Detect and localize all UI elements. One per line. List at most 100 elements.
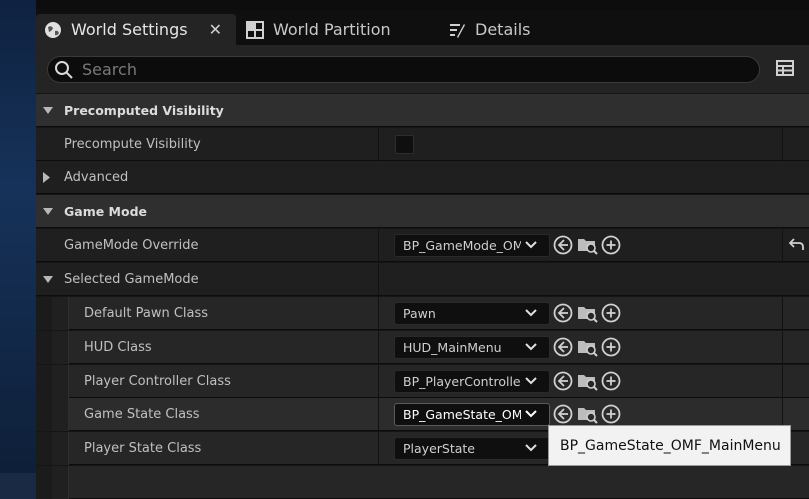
chevron-down-icon [525,410,537,418]
property-label: HUD Class [84,340,152,355]
player-controller-class-combo[interactable]: BP_PlayerController_OMF [394,370,550,393]
column-divider [378,398,379,431]
property-label: Player State Class [84,441,202,456]
precompute-visibility-checkbox[interactable] [395,135,414,154]
indent-guide [36,365,53,398]
property-label: Player Controller Class [84,374,231,389]
chevron-down-icon [525,444,537,452]
chevron-down-icon [525,309,537,317]
tab-world-settings[interactable]: World Settings ✕ [36,14,236,45]
indent-guide [36,398,53,431]
column-divider [782,297,783,330]
reset-to-default-icon[interactable] [788,237,805,255]
tab-world-partition-label: World Partition [273,20,391,39]
category-label: Game Mode [64,204,148,219]
gamemode-override-combo[interactable]: BP_GameMode_OMF_MainMenu [394,234,550,257]
column-divider [782,229,783,262]
category-precomputed-visibility[interactable]: Precomputed Visibility [36,94,809,127]
use-selected-icon[interactable] [553,371,573,391]
column-divider [378,128,379,161]
close-icon[interactable]: ✕ [209,20,222,39]
search-icon [55,60,73,79]
browse-icon[interactable] [577,404,598,424]
column-divider [378,331,379,364]
add-icon[interactable] [601,235,621,255]
combo-value: BP_GameMode_OMF_MainMenu [403,238,521,253]
category-game-mode[interactable]: Game Mode [36,195,809,228]
row-gamemode-override: GameMode Override BP_GameMode_OMF_MainMe… [36,229,809,262]
combo-value: BP_PlayerController_OMF [403,374,521,389]
category-label: Precomputed Visibility [64,103,224,118]
chevron-right-icon[interactable] [43,161,51,194]
row-selected-gamemode[interactable]: Selected GameMode [36,263,809,296]
combo-value: PlayerState [403,441,475,456]
property-label: Advanced [64,170,129,185]
row-default-pawn-class: Default Pawn Class Pawn [36,297,809,330]
background-strip [0,0,36,473]
add-icon[interactable] [601,337,621,357]
view-options-icon[interactable] [776,60,794,80]
browse-icon[interactable] [577,235,598,255]
browse-icon[interactable] [577,303,598,323]
row-hud-class: HUD Class HUD_MainMenu [36,331,809,364]
add-icon[interactable] [601,404,621,424]
globe-icon [44,21,62,39]
use-selected-icon[interactable] [553,303,573,323]
hud-class-combo[interactable]: HUD_MainMenu [394,336,550,359]
tab-world-settings-label: World Settings [71,20,188,39]
chevron-down-icon[interactable] [43,263,53,296]
row-advanced[interactable]: Advanced [36,161,809,194]
default-pawn-class-combo[interactable]: Pawn [394,302,550,325]
chevron-down-icon[interactable] [43,94,53,127]
player-state-class-combo[interactable]: PlayerState [394,437,550,460]
tooltip: BP_GameState_OMF_MainMenu [548,425,791,466]
game-state-class-combo[interactable]: BP_GameState_OMF_MainMenu [394,403,550,426]
tab-bar: World Settings ✕ World Partition Details [36,10,809,45]
use-selected-icon[interactable] [553,337,573,357]
search-box [47,56,760,83]
row-precompute-visibility: Precompute Visibility [36,128,809,161]
indent-guide [52,297,69,330]
tab-details-label: Details [475,20,531,39]
column-divider [378,297,379,330]
property-label: Default Pawn Class [84,306,209,321]
chevron-down-icon [525,377,537,385]
property-label: GameMode Override [64,238,199,253]
browse-icon[interactable] [577,337,598,357]
asset-buttons [553,404,621,424]
column-divider [782,365,783,398]
combo-value: Pawn [403,306,436,321]
world-settings-panel: World Settings ✕ World Partition Details… [36,0,809,499]
tab-world-partition[interactable]: World Partition [246,14,436,45]
column-divider [378,365,379,398]
grid-icon [246,20,264,39]
indent-guide [52,432,69,465]
indent-guide [36,331,53,364]
chevron-down-icon [525,241,537,249]
asset-buttons [553,303,621,323]
column-divider [782,128,783,161]
browse-icon[interactable] [577,371,598,391]
indent-guide [52,331,69,364]
top-bar [36,0,809,10]
indent-guide [52,466,69,499]
row-next-property [36,466,809,499]
property-label: Selected GameMode [64,272,199,287]
indent-guide [52,398,69,431]
chevron-down-icon[interactable] [43,195,53,228]
asset-buttons [553,337,621,357]
tab-details[interactable]: Details [448,14,588,45]
search-row [36,45,809,93]
add-icon[interactable] [601,371,621,391]
property-label: Precompute Visibility [64,137,201,152]
column-divider [378,263,379,296]
use-selected-icon[interactable] [553,404,573,424]
indent-guide [36,297,53,330]
search-input[interactable] [82,60,722,79]
combo-value: HUD_MainMenu [403,340,502,355]
use-selected-icon[interactable] [553,235,573,255]
indent-guide [36,466,53,499]
indent-guide [52,365,69,398]
column-divider [378,432,379,465]
add-icon[interactable] [601,303,621,323]
